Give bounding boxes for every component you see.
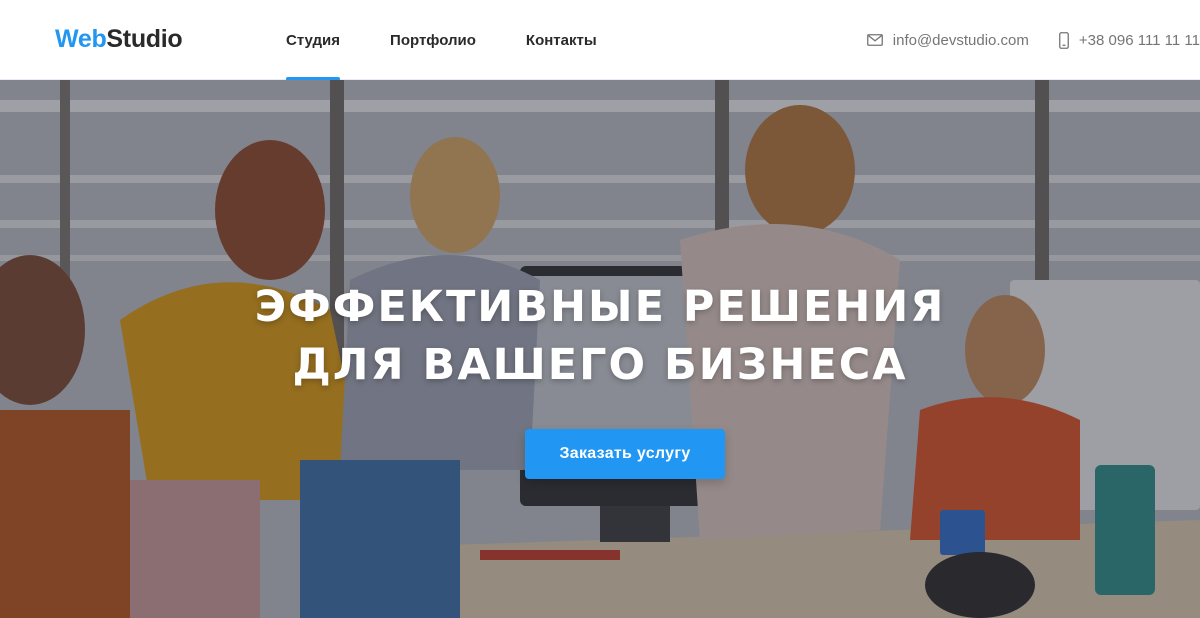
- main-nav: Студия Портфолио Контакты: [286, 0, 647, 81]
- hero-title-line-1: Эффективные решения: [254, 282, 946, 332]
- nav-item-contacts[interactable]: Контакты: [526, 0, 597, 80]
- header-contacts: info@devstudio.com +38 096 111 11 11: [866, 0, 1200, 80]
- logo-part-studio: Studio: [106, 25, 183, 53]
- phone-text: +38 096 111 11 11: [1078, 31, 1200, 49]
- phone-link[interactable]: +38 096 111 11 11: [1059, 32, 1200, 49]
- envelope-icon: [866, 34, 883, 46]
- nav-item-portfolio[interactable]: Портфолио: [390, 0, 476, 80]
- site-header: WebStudio Студия Портфолио Контакты info…: [0, 0, 1200, 81]
- email-text: info@devstudio.com: [892, 31, 1029, 49]
- logo-part-web: Web: [55, 25, 107, 53]
- hero-section: Эффективные решения для вашего бизнеса З…: [0, 80, 1200, 618]
- hero-title: Эффективные решения для вашего бизнеса: [0, 278, 1200, 394]
- smartphone-icon: [1059, 31, 1069, 49]
- logo[interactable]: WebStudio: [55, 24, 183, 54]
- email-link[interactable]: info@devstudio.com: [866, 31, 1029, 49]
- order-service-button[interactable]: Заказать услугу: [525, 429, 725, 479]
- hero-title-line-2: для вашего бизнеса: [292, 340, 908, 390]
- nav-item-studio[interactable]: Студия: [286, 0, 341, 81]
